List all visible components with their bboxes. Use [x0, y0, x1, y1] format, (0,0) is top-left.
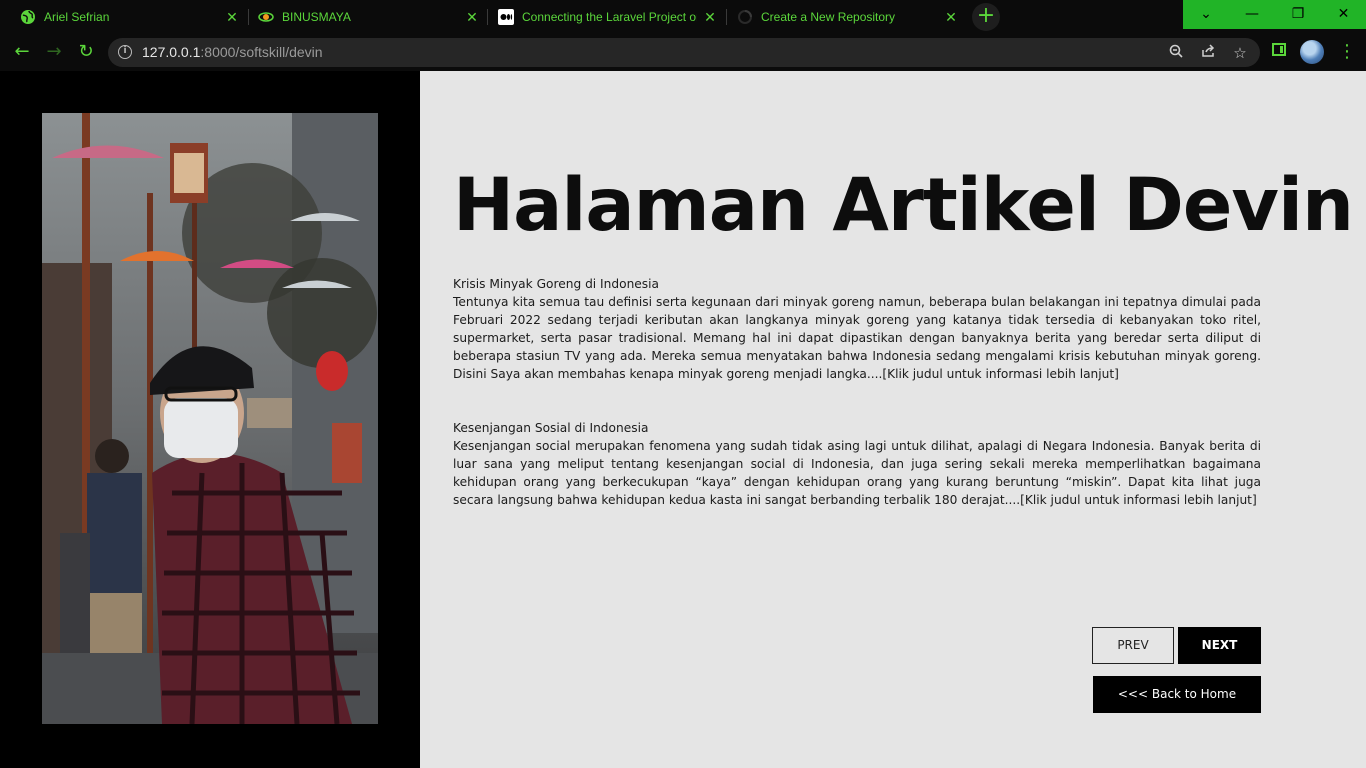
- article-item: Kesenjangan Sosial di Indonesia Kesenjan…: [453, 419, 1261, 509]
- article-excerpt: Tentunya kita semua tau definisi serta k…: [453, 295, 1261, 381]
- tab-title: Ariel Sefrian: [44, 10, 110, 24]
- restore-button[interactable]: ❐: [1275, 0, 1321, 29]
- zoom-icon[interactable]: [1166, 43, 1186, 63]
- bookmark-star-icon[interactable]: ☆: [1230, 43, 1250, 63]
- url-path: :8000/softskill/devin: [200, 44, 323, 60]
- minimize-button[interactable]: —: [1229, 0, 1275, 29]
- forward-arrow-icon[interactable]: →: [42, 40, 66, 64]
- prev-button[interactable]: PREV: [1092, 627, 1174, 664]
- side-panel-icon[interactable]: [1272, 43, 1286, 56]
- profile-photo: [42, 113, 378, 724]
- binusmaya-logo-icon: [258, 9, 274, 25]
- tab-title: Create a New Repository: [761, 10, 896, 24]
- medium-logo-icon: [498, 9, 514, 25]
- browser-toolbar: ← → ↻ i 127.0.0.1:8000/softskill/devin ☆…: [0, 34, 1366, 71]
- article-content: Halaman Artikel Devin Krisis Minyak Gore…: [420, 71, 1366, 768]
- new-tab-button[interactable]: +: [972, 3, 1000, 31]
- tab-title: Connecting the Laravel Project on: [522, 10, 697, 24]
- next-button[interactable]: NEXT: [1178, 627, 1261, 664]
- more-menu-icon[interactable]: ⋮: [1338, 40, 1356, 64]
- tab-title: BINUSMAYA: [282, 10, 351, 24]
- tab-binusmaya[interactable]: BINUSMAYA ✕: [238, 0, 488, 34]
- article-item: Krisis Minyak Goreng di Indonesia Tentun…: [453, 275, 1261, 383]
- site-info-icon[interactable]: i: [118, 45, 132, 59]
- back-arrow-icon[interactable]: ←: [10, 40, 34, 64]
- globe-icon: [20, 9, 36, 25]
- profile-avatar[interactable]: [1300, 40, 1324, 64]
- tab-strip: Ariel Sefrian ✕ BINUSMAYA ✕ Connecting t…: [0, 0, 1366, 34]
- page-title: Halaman Artikel Devin: [453, 163, 1354, 248]
- page-viewport: Halaman Artikel Devin Krisis Minyak Gore…: [0, 71, 1366, 768]
- tab-connecting-laravel[interactable]: Connecting the Laravel Project on ✕: [478, 0, 726, 34]
- tab-ariel-sefrian[interactable]: Ariel Sefrian ✕: [0, 0, 248, 34]
- photo-panel: [0, 71, 420, 768]
- share-icon[interactable]: [1198, 43, 1218, 63]
- back-to-home-button[interactable]: <<< Back to Home: [1093, 676, 1261, 713]
- article-title-link[interactable]: Krisis Minyak Goreng di Indonesia: [453, 275, 1261, 293]
- loading-spinner-icon: [737, 9, 753, 25]
- close-icon[interactable]: ✕: [943, 9, 959, 25]
- url-host: 127.0.0.1: [142, 44, 201, 60]
- article-excerpt: Kesenjangan social merupakan fenomena ya…: [453, 439, 1261, 507]
- article-title-link[interactable]: Kesenjangan Sosial di Indonesia: [453, 419, 1261, 437]
- tab-create-repository[interactable]: Create a New Repository ✕: [717, 0, 967, 34]
- address-bar[interactable]: i 127.0.0.1:8000/softskill/devin ☆: [108, 38, 1260, 67]
- tab-search-button[interactable]: ⌄: [1183, 0, 1229, 29]
- url-text[interactable]: 127.0.0.1:8000/softskill/devin: [142, 44, 323, 60]
- close-icon[interactable]: ✕: [702, 9, 718, 25]
- reload-icon[interactable]: ↻: [74, 40, 98, 64]
- close-window-button[interactable]: ✕: [1321, 0, 1366, 29]
